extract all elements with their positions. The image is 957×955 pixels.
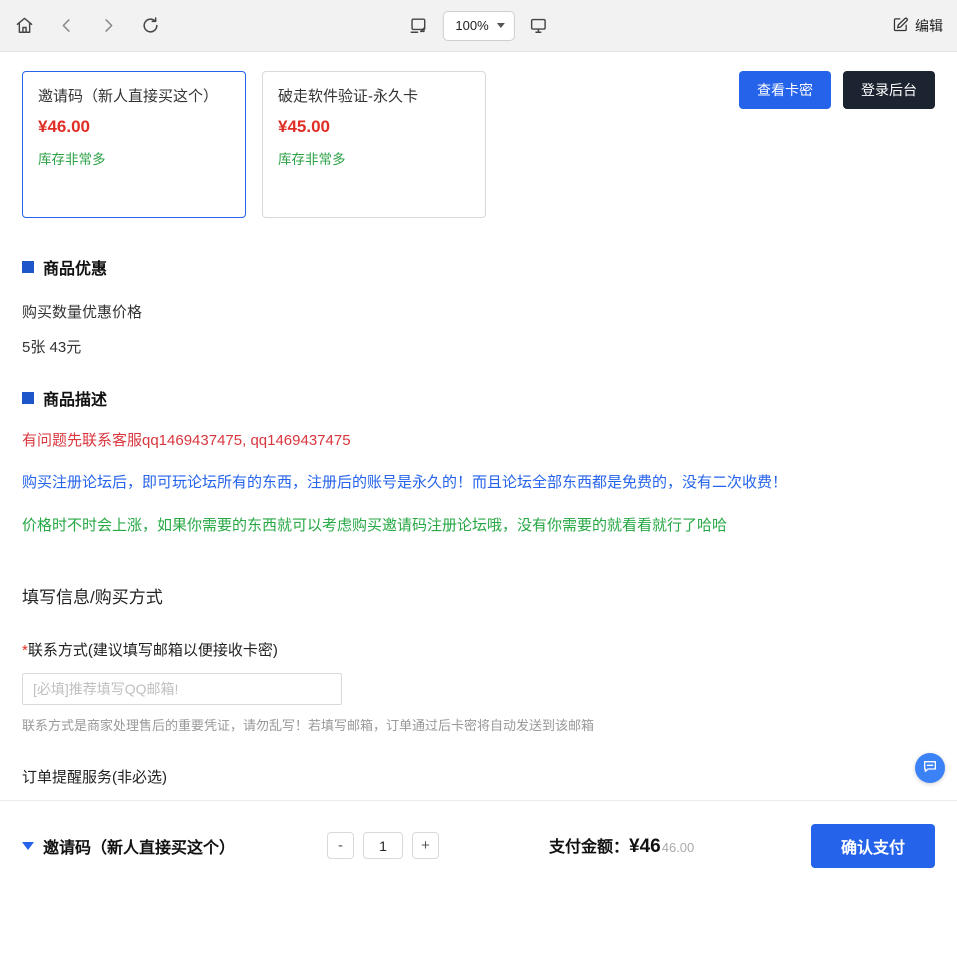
chat-support-button[interactable] [915,753,945,783]
description-contact-line: 有问题先联系客服qq1469437475, qq1469437475 [22,429,935,452]
description-section-title: 商品描述 [43,386,107,410]
monitor-icon[interactable] [529,16,549,36]
quantity-input[interactable] [363,832,403,859]
description-info-line: 购买注册论坛后，即可玩论坛所有的东西，注册后的账号是永久的！而且论坛全部东西都是… [22,471,935,494]
product-name: 破走软件验证-永久卡 [278,85,470,108]
quantity-increase-button[interactable]: + [412,832,439,859]
forward-icon[interactable] [98,16,118,36]
quantity-decrease-button[interactable]: - [327,832,354,859]
form-section-title: 填写信息/购买方式 [22,583,935,608]
payment-amount-decimal: 46.00 [662,840,695,855]
contact-help-text: 联系方式是商家处理售后的重要凭证，请勿乱写！若填写邮箱，订单通过后卡密将自动发送… [22,715,935,734]
description-section-header: 商品描述 [22,386,935,410]
chevron-down-icon [497,23,505,28]
product-card-row: 邀请码（新人直接买这个） ¥46.00 库存非常多 破走软件验证-永久卡 ¥45… [22,71,935,218]
product-stock: 库存非常多 [38,148,230,168]
quantity-stepper: - + [327,832,439,859]
promo-section-header: 商品优惠 [22,255,935,279]
selected-product-toggle[interactable]: 邀请码（新人直接买这个） [22,834,235,858]
section-bullet-icon [22,392,34,404]
edit-pencil-icon [892,16,909,36]
contact-input[interactable] [22,673,342,705]
confirm-pay-button[interactable]: 确认支付 [811,824,935,868]
product-name: 邀请码（新人直接买这个） [38,85,230,108]
contact-field-label: *联系方式(建议填写邮箱以便接收卡密) [22,639,935,660]
product-card-software-card[interactable]: 破走软件验证-永久卡 ¥45.00 库存非常多 [262,71,486,218]
zoom-level-value: 100% [455,18,488,33]
product-card-invite-code[interactable]: 邀请码（新人直接买这个） ¥46.00 库存非常多 [22,71,246,218]
home-icon[interactable] [14,16,34,36]
payment-label: 支付金额： [549,833,629,857]
reminder-section-title: 订单提醒服务(非必选) [22,766,935,787]
top-action-buttons: 查看卡密 登录后台 [739,71,935,109]
description-price-note-line: 价格时不时会上涨，如果你需要的东西就可以考虑购买邀请码注册论坛哦，没有你需要的就… [22,514,935,537]
section-bullet-icon [22,261,34,273]
edit-button[interactable]: 编辑 [892,16,943,36]
contact-label-text: 联系方式(建议填写邮箱以便接收卡密) [28,642,278,659]
payment-amount-block: 支付金额： ¥46 46.00 [549,833,694,858]
chat-bubble-icon [922,758,938,779]
product-price: ¥46.00 [38,117,230,137]
zoom-select[interactable]: 100% [442,11,514,41]
cast-to-window-icon[interactable] [408,16,428,36]
product-price: ¥45.00 [278,117,470,137]
checkout-footer-bar: 邀请码（新人直接买这个） - + 支付金额： ¥46 46.00 确认支付 [0,800,957,890]
promo-text-line: 购买数量优惠价格 [22,301,935,322]
back-icon[interactable] [56,16,76,36]
dropdown-triangle-icon [22,842,34,850]
refresh-icon[interactable] [140,16,160,36]
promo-price-line: 5张 43元 [22,336,935,357]
view-card-secret-button[interactable]: 查看卡密 [739,71,831,109]
edit-label: 编辑 [915,16,943,36]
promo-section-title: 商品优惠 [43,255,107,279]
product-stock: 库存非常多 [278,148,470,168]
payment-amount: ¥46 [629,836,661,858]
login-backend-button[interactable]: 登录后台 [843,71,935,109]
selected-product-name: 邀请码（新人直接买这个） [43,834,235,858]
browser-toolbar: 100% 编辑 [0,0,957,52]
